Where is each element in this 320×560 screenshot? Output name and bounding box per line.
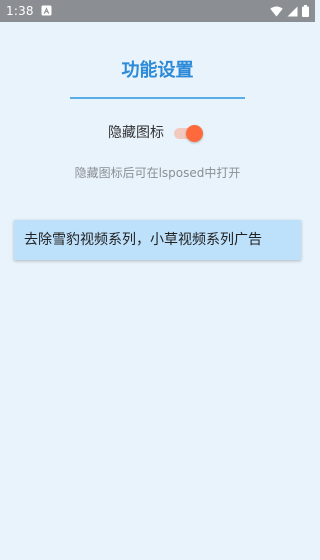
signal-icon bbox=[287, 6, 298, 16]
battery-icon bbox=[302, 5, 309, 17]
status-time: 1:38 bbox=[6, 4, 34, 18]
status-bar: 1:38 bbox=[0, 0, 315, 22]
remove-ads-label: 去除雪豹视频系列，小草视频系列广告 bbox=[24, 232, 262, 248]
hint-text: 隐藏图标后可在lsposed中打开 bbox=[74, 166, 241, 180]
remove-ads-card[interactable]: 去除雪豹视频系列，小草视频系列广告 bbox=[14, 220, 301, 260]
notification-icon bbox=[41, 5, 52, 16]
hide-icon-setting: 隐藏图标 bbox=[0, 122, 315, 144]
hide-icon-label: 隐藏图标 bbox=[108, 125, 164, 141]
app-content: 功能设置 隐藏图标 隐藏图标后可在lsposed中打开 去除雪豹视频系列，小草视… bbox=[0, 22, 315, 560]
status-icons bbox=[270, 4, 309, 18]
hide-icon-switch[interactable] bbox=[174, 125, 204, 142]
switch-thumb bbox=[186, 125, 203, 142]
title-underline bbox=[70, 97, 245, 99]
page-title: 功能设置 bbox=[121, 60, 194, 81]
wifi-icon bbox=[270, 5, 283, 16]
